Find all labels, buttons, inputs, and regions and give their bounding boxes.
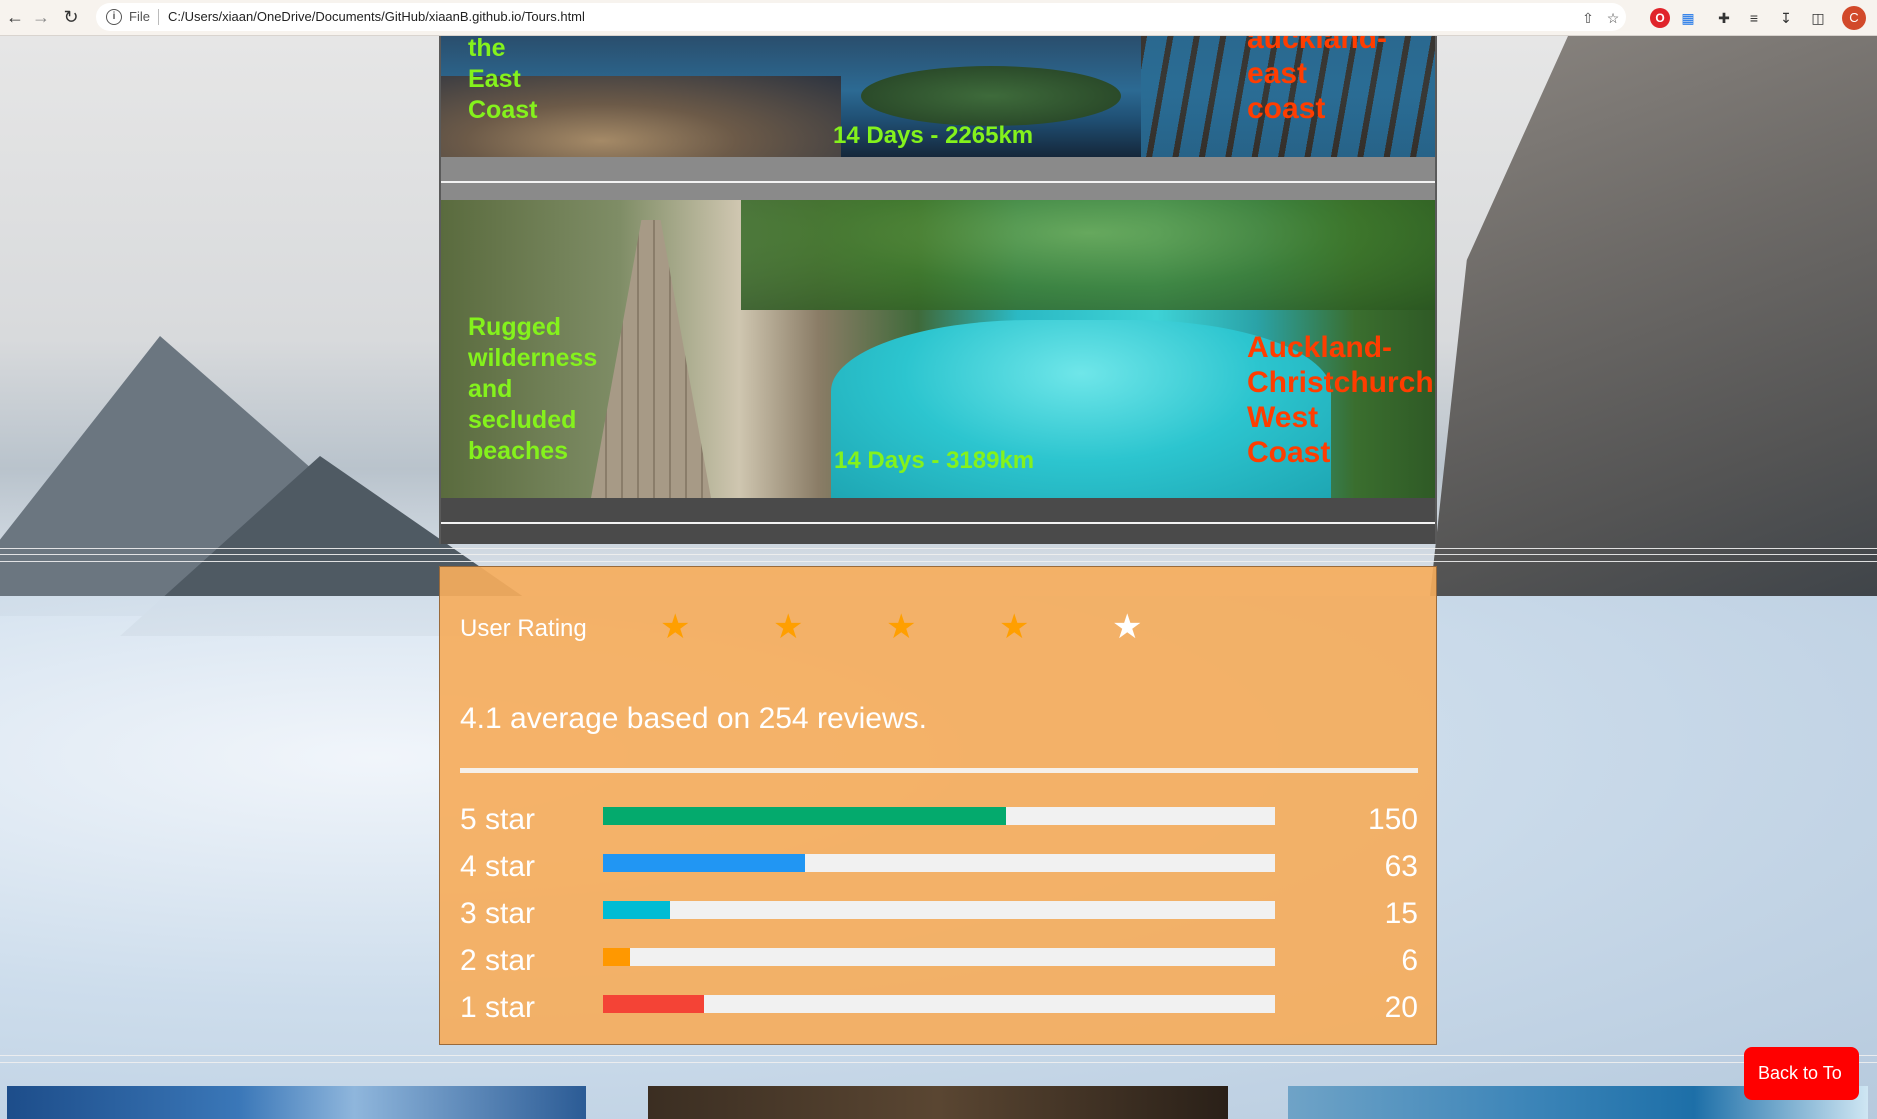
- tour-photo-island: [861, 66, 1121, 126]
- page-divider: [0, 1055, 1877, 1056]
- tour-separator-line: [441, 522, 1435, 524]
- page-divider: [0, 561, 1877, 562]
- rating-row: 1 star 20: [460, 987, 1418, 1027]
- rating-row-label: 1 star: [460, 991, 536, 1024]
- page-divider: [0, 548, 1877, 549]
- rating-row-count: 15: [1384, 897, 1418, 930]
- rating-bar-track: [603, 807, 1275, 825]
- rating-bar-fill: [603, 995, 704, 1013]
- tour-route: auckland- east coast: [1247, 36, 1388, 125]
- rating-row-count: 6: [1401, 944, 1418, 977]
- star-icon: ★: [773, 608, 804, 646]
- rating-row: 3 star 15: [460, 893, 1418, 933]
- reload-icon[interactable]: ↻: [58, 4, 84, 30]
- star-icon: ★: [660, 608, 691, 646]
- rating-row-label: 4 star: [460, 850, 536, 883]
- tour-route: Auckland- Christchurch- West Coast: [1247, 331, 1435, 469]
- tour-card-east-coast[interactable]: the East Coast 14 Days - 2265km auckland…: [441, 36, 1435, 157]
- star-icon: ★: [1112, 608, 1143, 646]
- rating-bar-track: [603, 901, 1275, 919]
- download-icon[interactable]: ↧: [1776, 8, 1796, 28]
- rating-bar-fill: [603, 901, 671, 919]
- rating-bar-track: [603, 995, 1275, 1013]
- star-icon: ★: [886, 608, 917, 646]
- rating-row: 2 star 6: [460, 940, 1418, 980]
- rating-bar-fill: [603, 948, 630, 966]
- tours-column: the East Coast 14 Days - 2265km auckland…: [439, 36, 1437, 544]
- rating-divider: [460, 768, 1418, 773]
- rating-bar-fill: [603, 807, 1007, 825]
- tour-duration: 14 Days - 2265km: [833, 122, 1034, 149]
- reading-list-icon[interactable]: ≡: [1744, 8, 1764, 28]
- rating-bar-track: [603, 854, 1275, 872]
- star-icon: ★: [999, 608, 1030, 646]
- url-separator: [158, 9, 159, 25]
- extensions-puzzle-icon[interactable]: ✚: [1714, 8, 1734, 28]
- rating-row: 5 star 150: [460, 799, 1418, 839]
- back-arrow-icon[interactable]: ←: [2, 4, 28, 30]
- rating-row: 4 star 63: [460, 846, 1418, 886]
- info-icon[interactable]: i: [106, 9, 122, 25]
- profile-avatar[interactable]: C: [1842, 6, 1866, 30]
- gallery-thumbnail[interactable]: [7, 1086, 586, 1119]
- opera-extension-icon[interactable]: O: [1650, 8, 1670, 28]
- tour-description: the East Coast: [468, 36, 538, 124]
- rating-bar-fill: [603, 854, 805, 872]
- back-to-top-button[interactable]: Back to To: [1744, 1047, 1859, 1100]
- tour-separator: [441, 498, 1435, 544]
- browser-toolbar: ← → ↻ i File C:/Users/xiaan/OneDrive/Doc…: [0, 0, 1877, 36]
- tour-card-west-coast[interactable]: Rugged wilderness and secluded beaches 1…: [441, 200, 1435, 498]
- rating-row-label: 3 star: [460, 897, 536, 930]
- page-divider: [0, 1062, 1877, 1063]
- rating-row-label: 5 star: [460, 803, 536, 836]
- rating-row-label: 2 star: [460, 944, 536, 977]
- address-bar[interactable]: i File C:/Users/xiaan/OneDrive/Documents…: [96, 3, 1626, 31]
- side-panel-icon[interactable]: ◫: [1808, 8, 1828, 28]
- rating-row-count: 63: [1384, 850, 1418, 883]
- bookmark-star-icon[interactable]: ☆: [1604, 9, 1622, 27]
- gallery-thumbnail[interactable]: [648, 1086, 1228, 1119]
- user-rating-panel: User Rating ★ ★ ★ ★ ★ 4.1 average based …: [439, 566, 1437, 1045]
- average-rating-text: 4.1 average based on 254 reviews.: [460, 702, 927, 735]
- tour-photo-swing-bridge: [591, 220, 711, 498]
- file-label: File: [129, 9, 150, 24]
- translate-extension-icon[interactable]: ▦: [1678, 8, 1698, 28]
- tour-description: Rugged wilderness and secluded beaches: [468, 313, 598, 465]
- tour-duration: 14 Days - 3189km: [834, 447, 1035, 474]
- url-text[interactable]: C:/Users/xiaan/OneDrive/Documents/GitHub…: [168, 9, 585, 24]
- share-icon[interactable]: ⇧: [1579, 9, 1597, 27]
- tour-separator-line: [441, 181, 1435, 183]
- tour-separator: [441, 157, 1435, 200]
- forward-arrow-icon[interactable]: →: [28, 4, 54, 30]
- page-divider: [0, 554, 1877, 555]
- background-mountain-right: [1430, 36, 1877, 596]
- rating-row-count: 20: [1384, 991, 1418, 1024]
- rating-bar-track: [603, 948, 1275, 966]
- tour-photo-forest: [741, 200, 1435, 310]
- rating-heading: User Rating: [460, 615, 587, 642]
- rating-row-count: 150: [1367, 803, 1418, 836]
